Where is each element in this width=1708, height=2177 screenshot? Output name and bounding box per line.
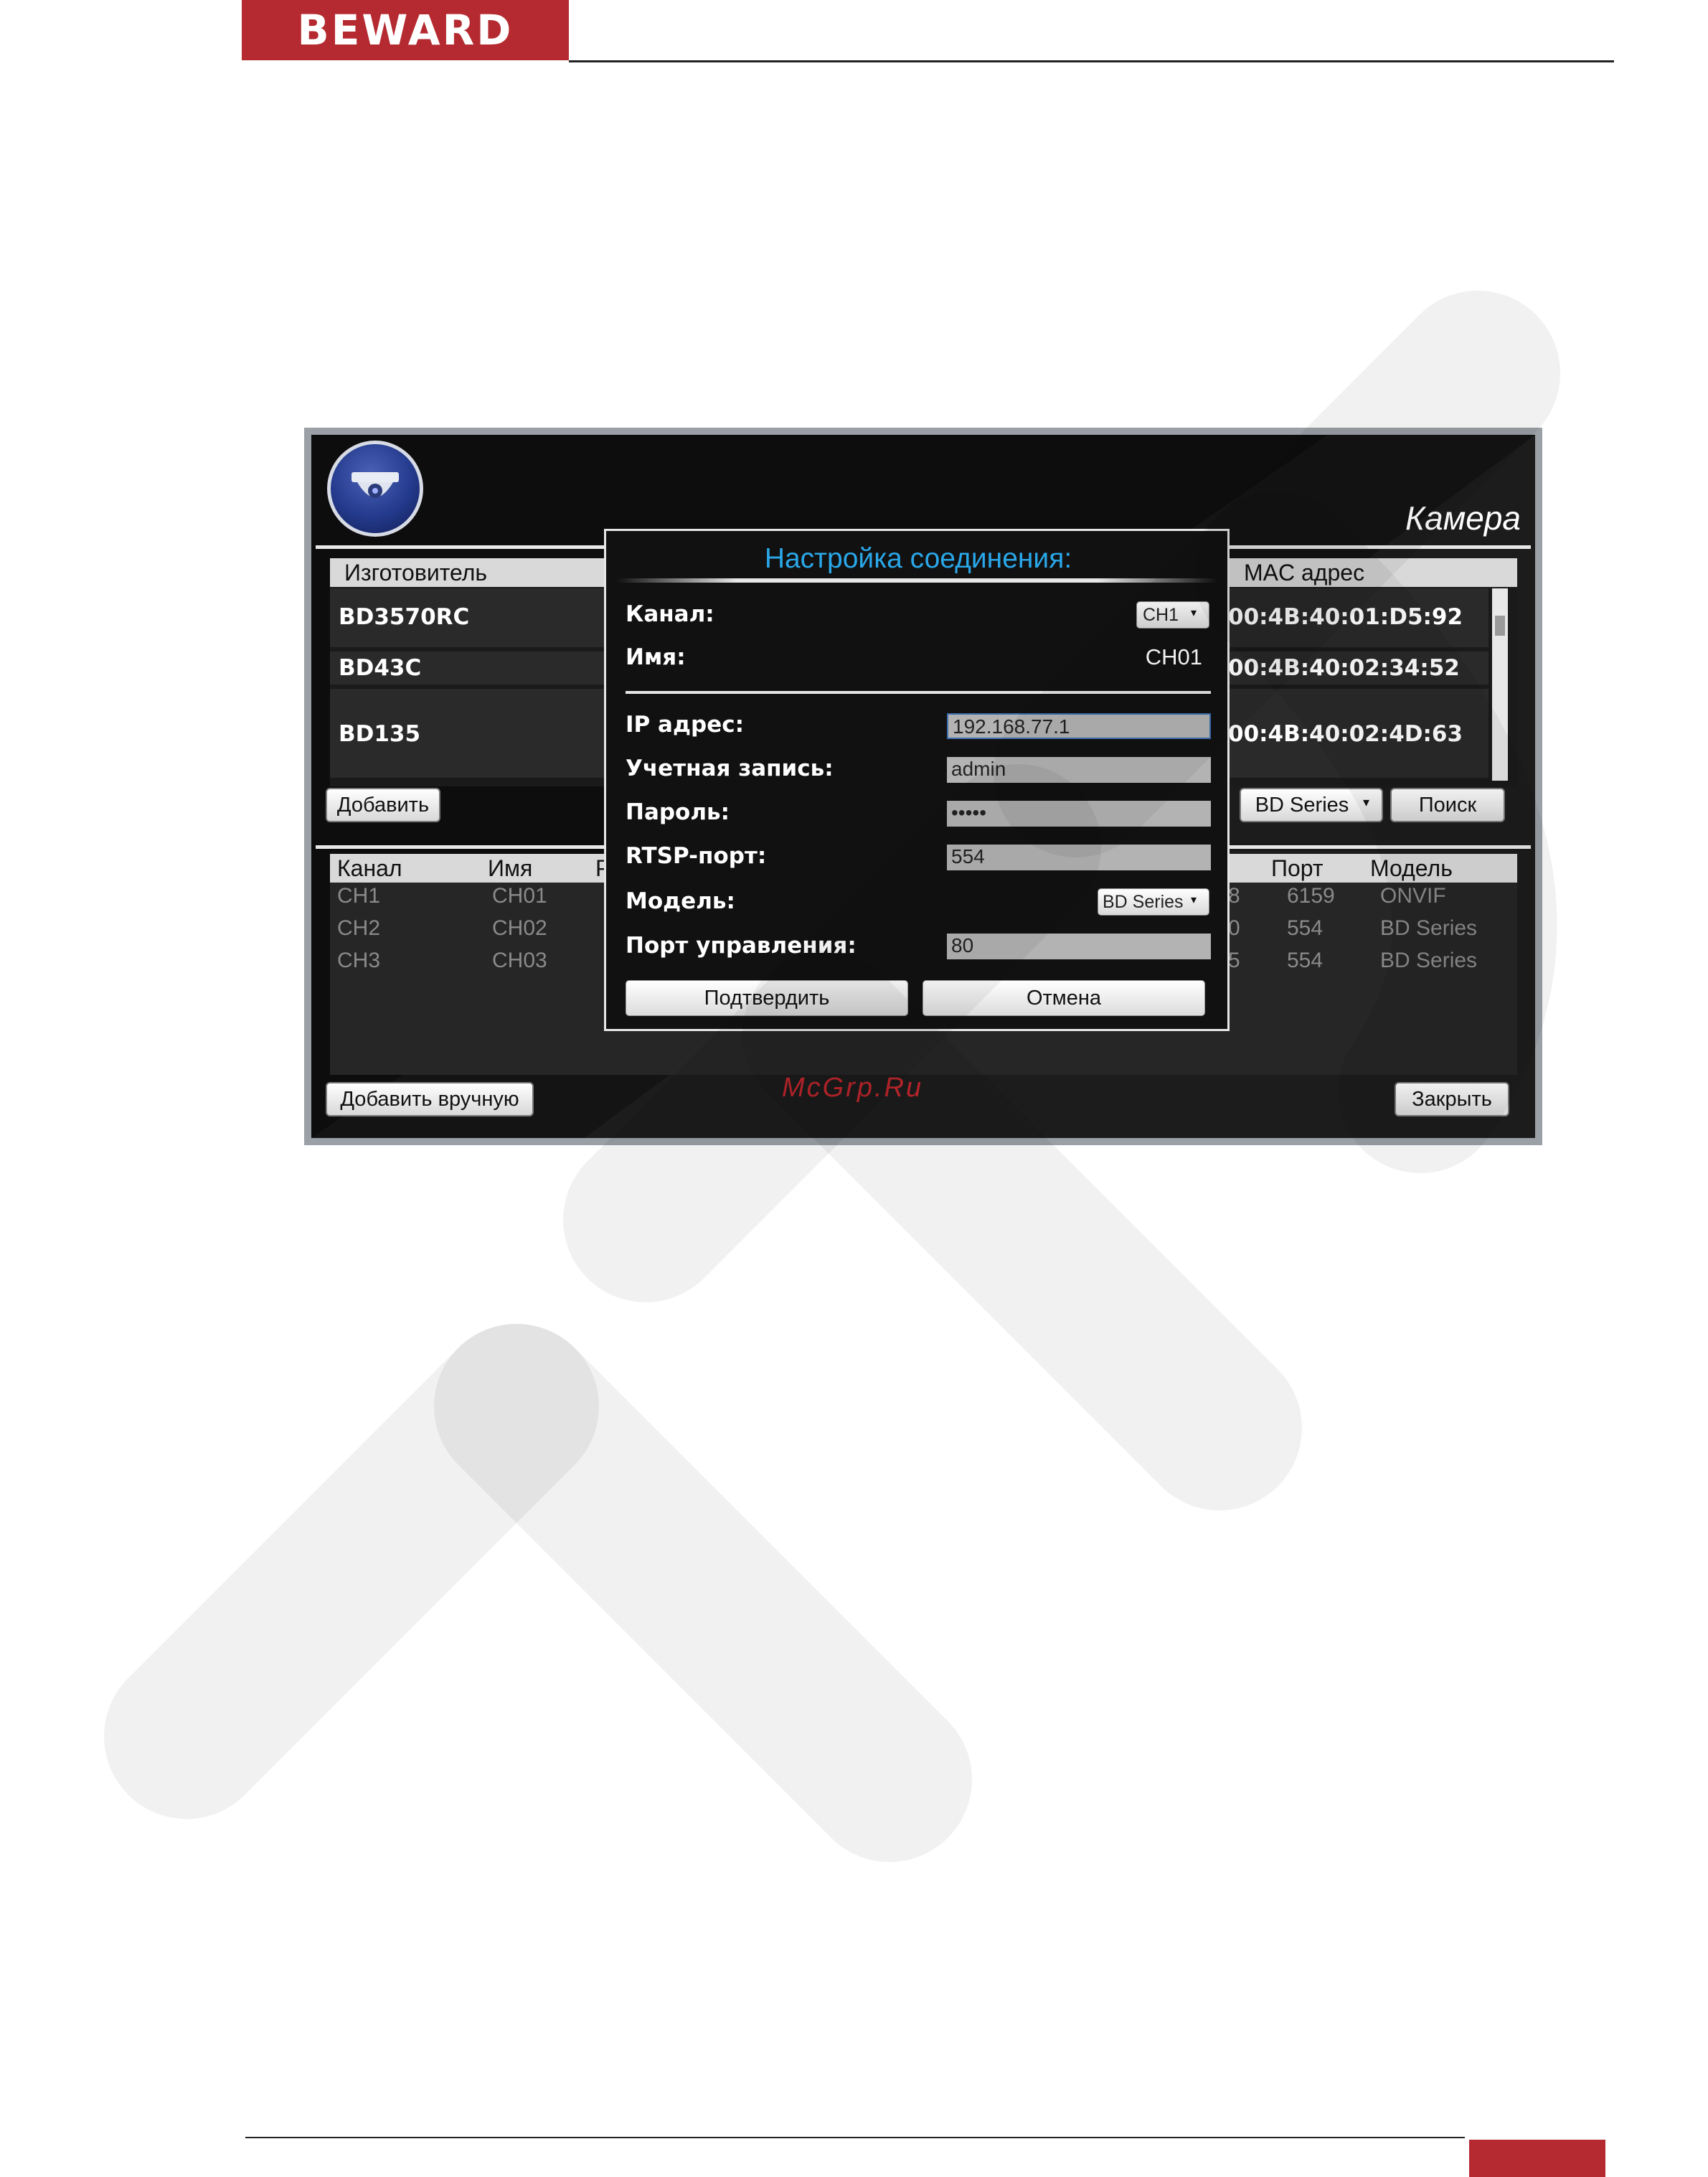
row-maker: BD43C [339,655,422,681]
cancel-button[interactable]: Отмена [923,980,1205,1016]
dialog-divider [626,691,1211,694]
name-label: Имя: [626,644,686,670]
scrollbar-thumb[interactable] [1495,616,1505,636]
chevron-down-icon: ▾ [1363,795,1370,809]
password-input[interactable]: ••••• [947,801,1211,827]
add-manual-button[interactable]: Добавить вручную [326,1082,534,1116]
chevron-down-icon: ▾ [1191,607,1197,619]
window-title: Камера [1405,499,1521,537]
brand-logo: BEWARD [297,6,514,55]
column-channel: Канал [337,855,402,881]
column-mac: MAC адрес [1244,560,1365,586]
channel-label: Канал: [626,601,714,627]
row-mac: 00:4B:40:01:D5:92 [1228,604,1463,630]
row-name: CH02 [492,916,547,940]
row-port: 554 [1287,949,1324,972]
page-number-box [1469,2140,1605,2177]
row-maker: BD135 [339,721,421,747]
row-ip-tail: 0 [1228,916,1240,940]
control-port-input[interactable]: 80 [947,934,1211,959]
name-value: CH01 [1145,644,1202,669]
header-rule [569,60,1614,62]
column-port: Порт [1271,855,1324,881]
control-port-label: Порт управления: [626,933,857,959]
row-channel: CH3 [337,949,381,972]
row-model: BD Series [1380,949,1478,972]
search-button[interactable]: Поиск [1390,788,1505,822]
rtsp-port-label: RTSP-порт: [626,843,767,869]
column-model: Модель [1370,855,1453,881]
row-port: 6159 [1287,884,1335,908]
row-channel: CH1 [337,884,381,908]
row-ip-tail: 5 [1228,949,1240,972]
row-name: CH03 [492,949,547,972]
password-label: Пароль: [626,799,730,825]
account-input[interactable]: admin [947,757,1211,783]
row-name: CH01 [492,884,547,908]
row-ip-tail: 8 [1228,884,1240,908]
rtsp-port-input[interactable]: 554 [947,845,1211,870]
row-mac: 00:4B:40:02:4D:63 [1228,721,1463,747]
add-button[interactable]: Добавить [326,788,440,822]
series-select[interactable]: BD Series [1240,788,1383,822]
row-model: ONVIF [1380,884,1446,908]
row-model: BD Series [1380,916,1478,940]
ip-label: IP адрес: [626,712,744,738]
column-name: Имя [488,855,533,881]
dome-camera-icon [351,472,399,498]
dialog-title-divider [617,578,1218,583]
account-label: Учетная запись: [626,756,834,781]
ip-input[interactable]: 192.168.77.1 [947,713,1211,739]
row-channel: CH2 [337,916,381,940]
row-port: 554 [1287,916,1324,940]
row-mac: 00:4B:40:02:34:52 [1228,655,1460,681]
confirm-button[interactable]: Подтвердить [626,980,908,1016]
column-maker: Изготовитель [344,560,488,586]
chevron-down-icon: ▾ [1191,894,1197,906]
close-button[interactable]: Закрыть [1395,1082,1509,1116]
row-maker: BD3570RC [339,604,470,630]
watermark-text: McGrp.Ru [782,1073,924,1103]
footer-rule [245,2137,1465,2138]
dialog-title: Настройка соединения: [764,543,1072,574]
model-label: Модель: [626,888,735,914]
